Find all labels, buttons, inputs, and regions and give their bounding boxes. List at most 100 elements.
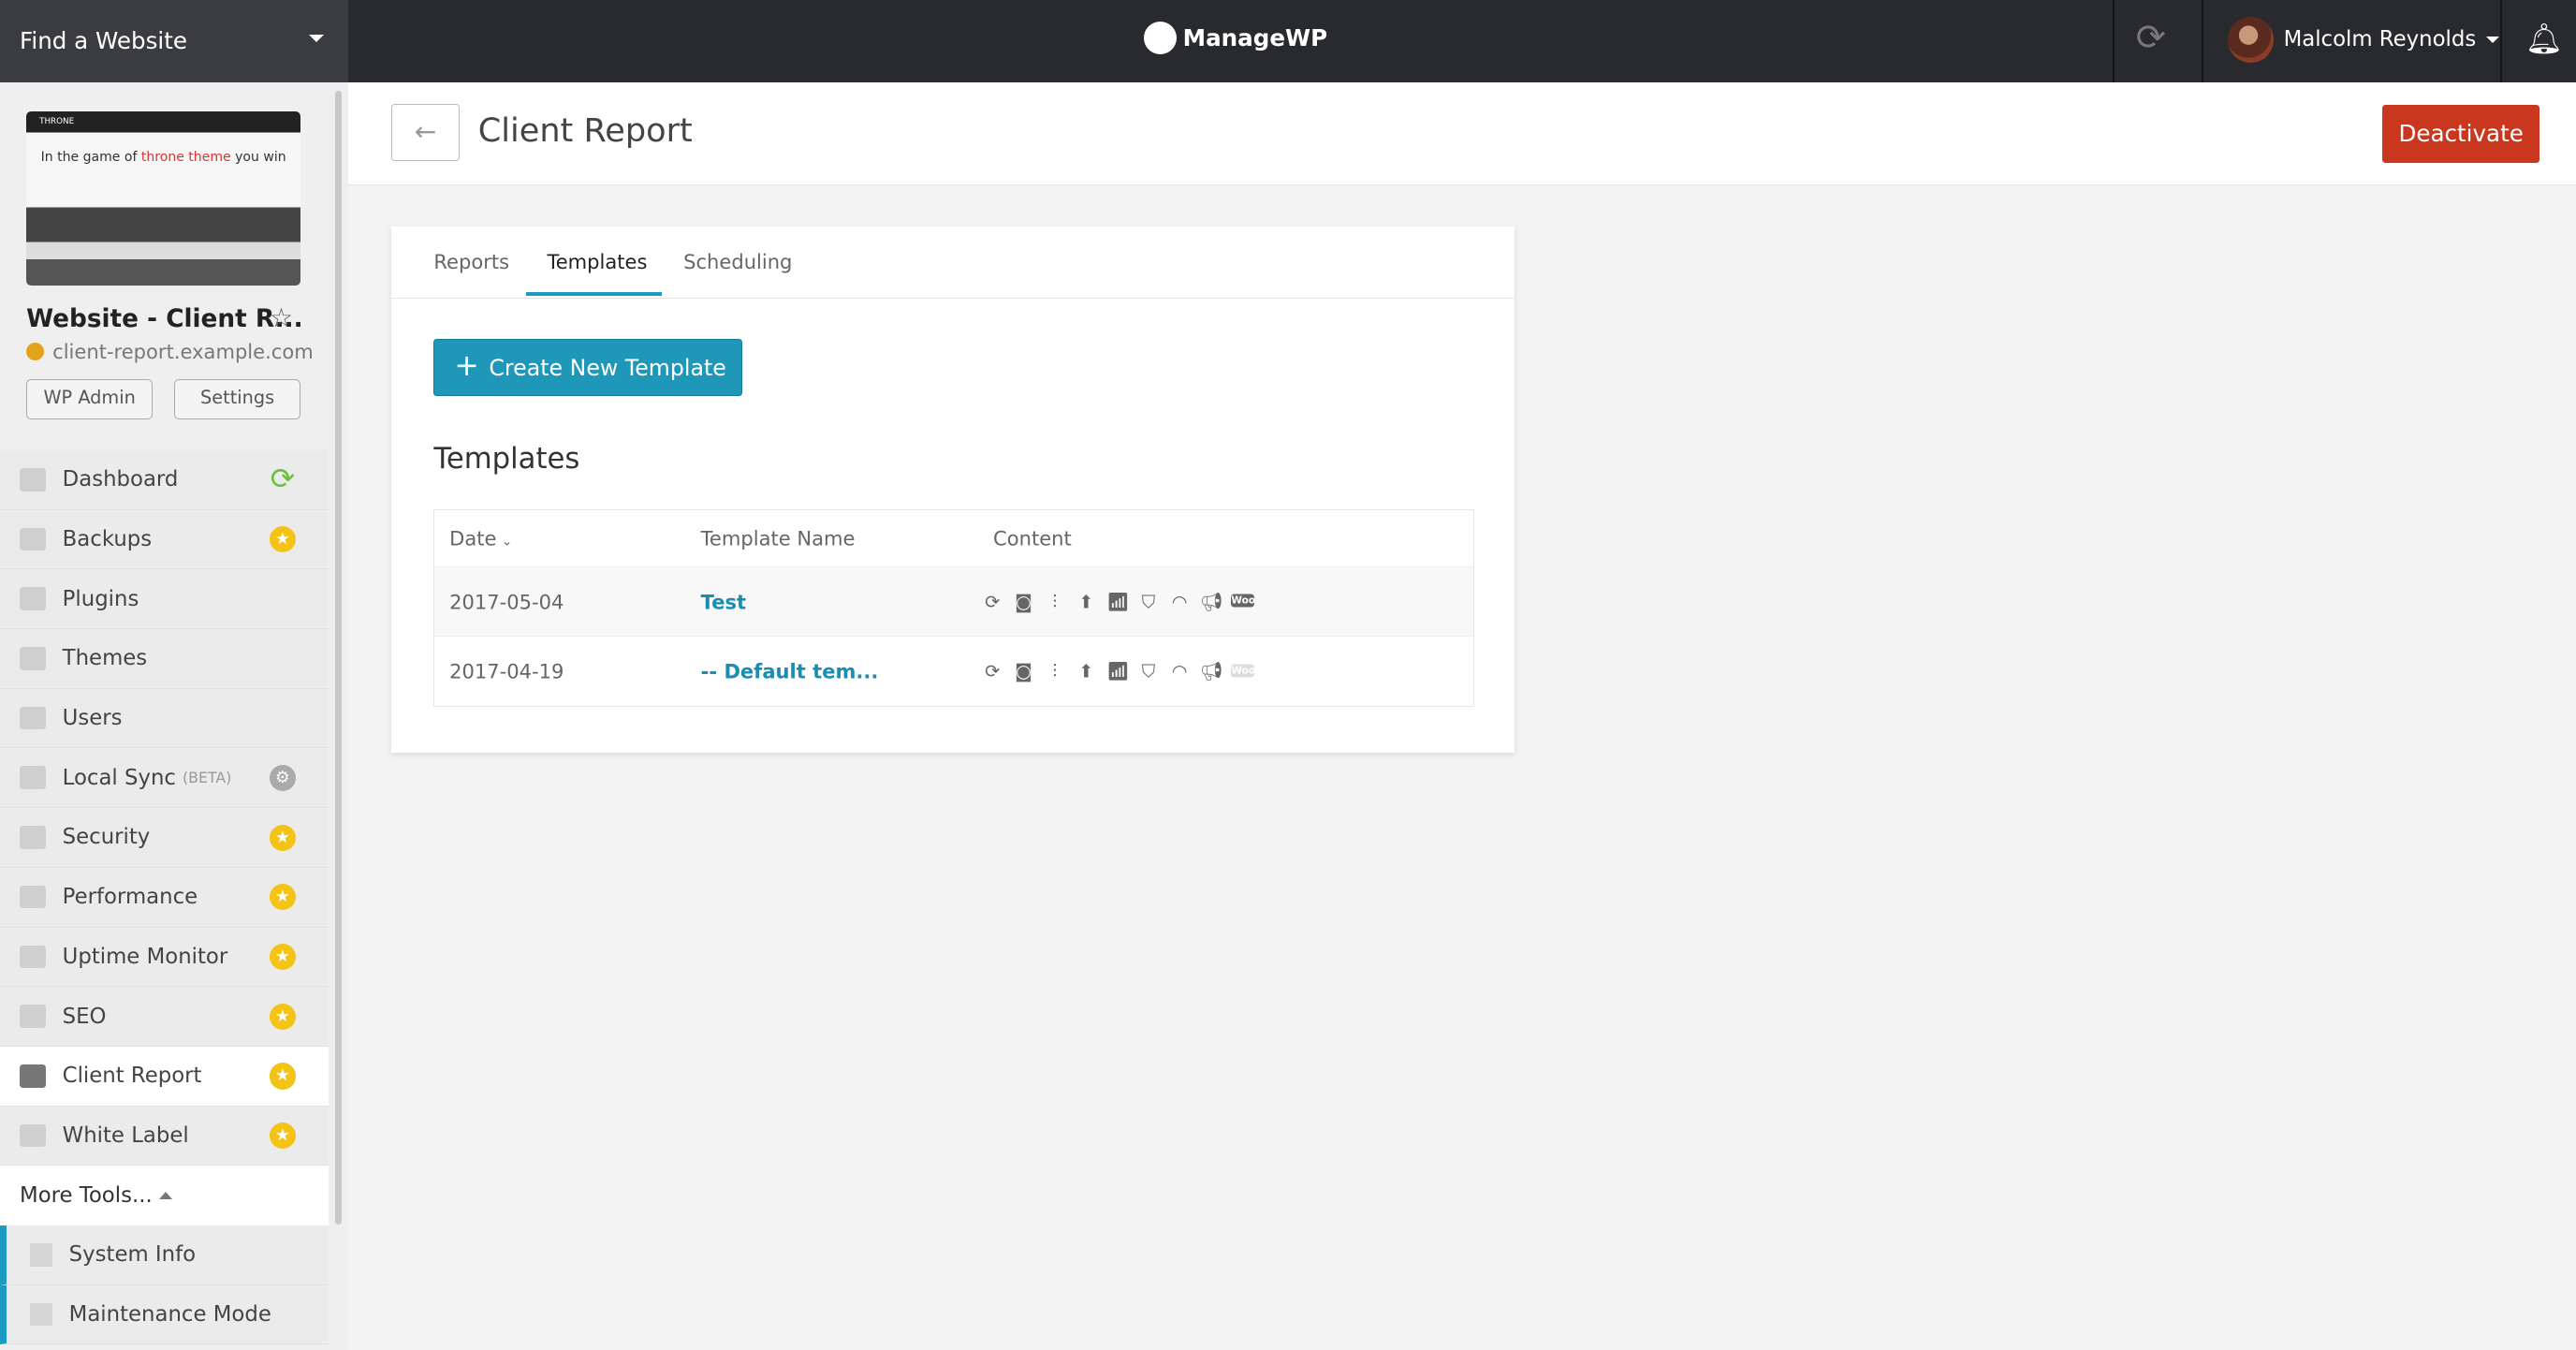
sidebar-item-performance[interactable]: Performance ★ xyxy=(0,867,329,928)
seo-icon: 📢︎ xyxy=(1200,660,1223,682)
active-tab-indicator xyxy=(525,292,663,296)
row-date: 2017-05-04 xyxy=(449,590,564,614)
more-tools-toggle[interactable]: More Tools... xyxy=(0,1166,329,1226)
site-url-text: client-report.example.com xyxy=(52,340,314,364)
divider xyxy=(2500,0,2502,82)
globe-icon xyxy=(26,343,45,361)
woocommerce-icon: Woo xyxy=(1231,594,1256,608)
tab-bar: Reports Templates Scheduling xyxy=(390,227,1515,299)
sidebar-item-dashboard[interactable]: Dashboard ⟳ xyxy=(0,449,329,510)
star-badge-icon: ★ xyxy=(269,824,296,851)
find-website-dropdown[interactable]: Find a Website xyxy=(0,0,349,82)
wp-admin-button[interactable]: WP Admin xyxy=(26,379,154,419)
menu-icon xyxy=(20,647,47,670)
sidebar-item-system-info[interactable]: System Info xyxy=(0,1225,329,1285)
avatar xyxy=(2227,16,2275,63)
template-name-link[interactable]: Test xyxy=(701,590,746,613)
sync-icon[interactable]: ⟳ xyxy=(2136,17,2166,59)
plus-icon: + xyxy=(454,348,479,383)
menu-icon xyxy=(20,1005,47,1028)
gear-icon: ⚙ xyxy=(269,764,296,792)
analytics-icon: 📶︎ xyxy=(1106,591,1130,613)
user-menu[interactable]: Malcolm Reynolds xyxy=(2227,16,2499,63)
tab-reports[interactable]: Reports xyxy=(433,250,509,273)
section-title: Templates xyxy=(433,442,580,477)
plugins-icon: ⫶ xyxy=(1052,660,1058,682)
sync-icon: ⟳ xyxy=(985,591,1001,613)
star-icon[interactable]: ☆ xyxy=(270,302,293,333)
sidebar-item-local-sync[interactable]: Local Sync (BETA) ⚙ xyxy=(0,748,329,809)
top-bar: Find a Website ManageWP ⟳ Malcolm Reynol… xyxy=(0,0,2576,82)
sidebar-item-label: Maintenance Mode xyxy=(68,1302,271,1328)
sidebar-item-security[interactable]: Security ★ xyxy=(0,808,329,868)
header-content: Content xyxy=(993,526,1072,550)
divider xyxy=(2113,0,2115,82)
sidebar-item-label: Performance xyxy=(62,885,198,910)
logo-mark-icon xyxy=(1143,21,1177,54)
sidebar-item-seo[interactable]: SEO ★ xyxy=(0,987,329,1047)
website-thumbnail[interactable]: THRONE In the game of throne theme you wi… xyxy=(26,111,301,286)
sidebar-item-label: Backups xyxy=(62,526,153,551)
sidebar-scrollbar[interactable] xyxy=(335,90,343,1225)
sidebar-item-client-report[interactable]: Client Report ★ xyxy=(0,1046,329,1107)
template-name-link[interactable]: -- Default tem... xyxy=(701,660,879,683)
security-icon: ⛉ xyxy=(1141,660,1156,682)
sidebar-menu: Dashboard ⟳ Backups ★ Plugins Themes Users Loca… xyxy=(0,449,329,1345)
backup-icon: ◙ xyxy=(1015,660,1032,682)
sidebar-item-uptime-monitor[interactable]: Uptime Monitor ★ xyxy=(0,927,329,988)
create-new-template-button[interactable]: + Create New Template xyxy=(433,338,743,396)
sync-icon: ⟳ xyxy=(985,660,1001,682)
user-name: Malcolm Reynolds xyxy=(2283,27,2477,52)
site-url[interactable]: client-report.example.com xyxy=(26,340,314,363)
page-title: Client Report xyxy=(477,111,693,151)
tab-templates[interactable]: Templates xyxy=(547,250,647,273)
sidebar-item-label: White Label xyxy=(62,1123,189,1148)
menu-icon xyxy=(20,945,47,969)
menu-icon xyxy=(29,1243,53,1267)
star-badge-icon: ★ xyxy=(269,1063,296,1090)
star-badge-icon: ★ xyxy=(269,884,296,911)
menu-icon xyxy=(29,1302,53,1327)
sidebar-item-label: Security xyxy=(62,825,151,850)
sidebar-item-maintenance-mode[interactable]: Maintenance Mode xyxy=(0,1284,329,1345)
sidebar-item-themes[interactable]: Themes xyxy=(0,629,329,689)
star-badge-icon: ★ xyxy=(269,1123,296,1150)
chevron-down-icon: ⌄ xyxy=(501,534,513,550)
settings-button[interactable]: Settings xyxy=(174,379,301,419)
sidebar: THRONE In the game of throne theme you wi… xyxy=(0,0,349,1350)
menu-icon xyxy=(20,706,47,730)
content-icons: ⟳ ◙ ⫶ ⬆ 📶︎ ⛉ ◠ 📢︎ Woo xyxy=(982,660,1255,682)
sidebar-item-label: Uptime Monitor xyxy=(62,944,228,969)
caret-down-icon xyxy=(2485,36,2499,43)
back-button[interactable]: ← xyxy=(390,103,461,161)
sort-date-header[interactable]: Date ⌄ xyxy=(449,526,512,550)
create-label: Create New Template xyxy=(489,354,726,381)
sidebar-item-label: System Info xyxy=(68,1242,197,1268)
sidebar-item-plugins[interactable]: Plugins xyxy=(0,569,329,629)
menu-icon xyxy=(20,467,47,492)
sidebar-item-users[interactable]: Users xyxy=(0,688,329,749)
security-icon: ⛉ xyxy=(1141,591,1156,613)
sidebar-item-white-label[interactable]: White Label ★ xyxy=(0,1106,329,1167)
page-header: ← Client Report Deactivate xyxy=(348,81,2576,185)
deactivate-button[interactable]: Deactivate xyxy=(2381,105,2540,163)
divider xyxy=(2201,0,2203,82)
logo[interactable]: ManageWP xyxy=(1143,21,1327,54)
menu-icon xyxy=(20,1123,47,1148)
backup-icon: ◙ xyxy=(1015,591,1032,613)
sync-icon: ⟳ xyxy=(270,462,296,497)
find-website-label: Find a Website xyxy=(20,27,187,54)
sidebar-item-label: Client Report xyxy=(62,1064,202,1089)
sidebar-item-label: SEO xyxy=(62,1004,107,1029)
sidebar-item-label: Dashboard xyxy=(62,467,179,492)
templates-table: Date ⌄ Template Name Content 2017-05-04 Te… xyxy=(433,509,1474,708)
sidebar-item-label: Plugins xyxy=(62,586,139,611)
bell-icon[interactable]: 🔔︎ xyxy=(2525,22,2563,56)
star-badge-icon: ★ xyxy=(269,526,296,553)
menu-icon xyxy=(20,766,47,790)
sidebar-item-backups[interactable]: Backups ★ xyxy=(0,509,329,570)
performance-icon: ◠ xyxy=(1171,660,1188,682)
sidebar-item-label: Users xyxy=(62,706,123,731)
performance-icon: ◠ xyxy=(1171,591,1188,613)
tab-scheduling[interactable]: Scheduling xyxy=(683,250,792,273)
